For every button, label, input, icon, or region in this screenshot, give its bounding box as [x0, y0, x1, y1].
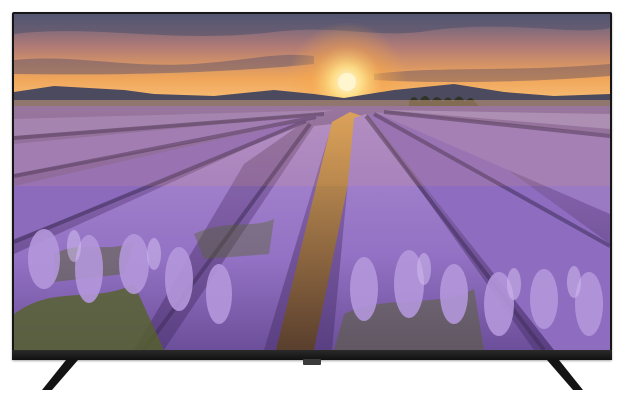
- sun-icon: [338, 73, 356, 91]
- tv-stand-foot-icon: [42, 360, 78, 390]
- lavender-sunset-scene: [14, 14, 610, 350]
- television: [0, 0, 627, 403]
- power-indicator: [303, 359, 321, 365]
- tv-stand-foot-icon: [547, 360, 583, 390]
- tv-screen: [14, 14, 610, 350]
- sunlight-wash: [14, 106, 610, 186]
